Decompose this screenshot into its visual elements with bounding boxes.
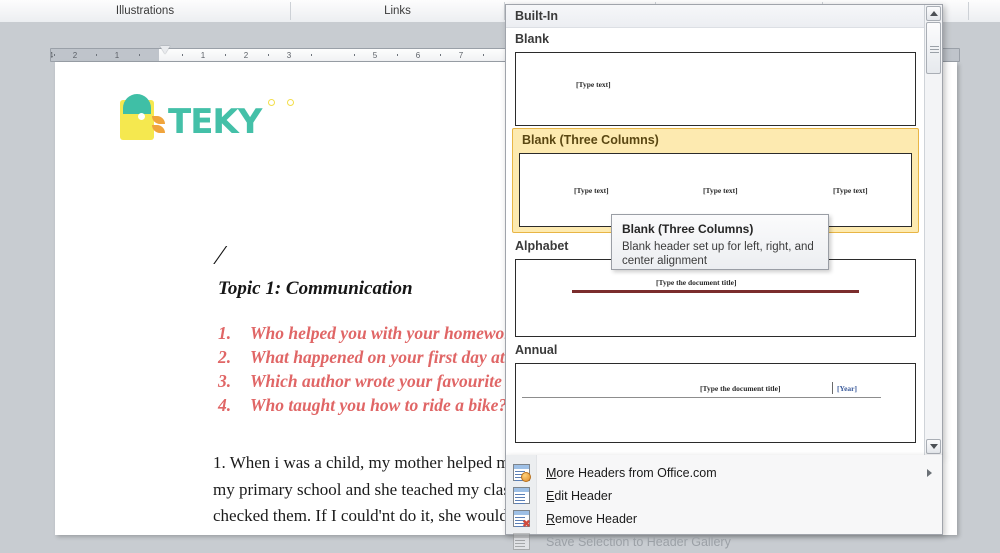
gallery-item-blank-three-columns-label: Blank (Three Columns) bbox=[522, 133, 659, 147]
list-item-number: 3. bbox=[218, 371, 232, 391]
text-cursor-glyph: ⁄ bbox=[218, 240, 223, 270]
topic-heading: Topic 1: Communication bbox=[218, 278, 413, 299]
submenu-arrow-icon bbox=[927, 468, 932, 477]
list-item-number: 1. bbox=[218, 323, 232, 343]
ruler-minor-tick bbox=[54, 54, 55, 56]
ruler-tick-7R: 7 bbox=[458, 51, 464, 60]
gallery-item-annual[interactable]: Annual [Type the document title] [Year] bbox=[506, 339, 925, 445]
ruler-minor-tick bbox=[397, 54, 398, 56]
logo-y-dot-left bbox=[268, 99, 275, 106]
scrollbar-grip-icon bbox=[930, 46, 939, 47]
edit-header-icon bbox=[513, 487, 530, 504]
ruler-minor-tick bbox=[440, 54, 441, 56]
gallery-item-annual-preview[interactable]: [Type the document title] [Year] bbox=[515, 363, 916, 443]
ruler-minor-tick bbox=[483, 54, 484, 56]
teky-logo: TEKY bbox=[120, 94, 305, 142]
ruler-tick-5R: 5 bbox=[372, 51, 378, 60]
ruler-left-margin bbox=[51, 49, 159, 61]
ruler-tick-2L: 2 bbox=[72, 51, 78, 60]
menu-item-remove-header[interactable]: ✖ Remove Header bbox=[506, 507, 942, 530]
list-item-number: 2. bbox=[218, 347, 232, 367]
preview-placeholder-title: [Type the document title] bbox=[700, 384, 781, 393]
preview-placeholder-right: [Type text] bbox=[833, 186, 868, 195]
scrollbar-thumb[interactable] bbox=[926, 22, 941, 74]
ruler-minor-tick bbox=[182, 54, 183, 56]
menu-item-edit-header-label: Edit Header bbox=[546, 488, 613, 503]
preview-placeholder-left: [Type text] bbox=[574, 186, 609, 195]
logo-wordmark: TEKY bbox=[168, 102, 262, 142]
tooltip-description: Blank header set up for left, right, and… bbox=[622, 241, 814, 267]
office-online-icon bbox=[513, 464, 531, 482]
gallery-item-annual-label: Annual bbox=[515, 343, 558, 357]
gallery-tooltip: Blank (Three Columns) Blank header set u… bbox=[611, 214, 829, 270]
gallery-scrollbar[interactable] bbox=[924, 5, 942, 455]
ribbon-group-links[interactable]: Links bbox=[291, 0, 504, 22]
ribbon-group-illustrations-label: Illustrations bbox=[115, 5, 175, 17]
preview-year-separator bbox=[832, 382, 833, 394]
ruler-minor-tick bbox=[225, 54, 226, 56]
menu-item-save-selection-label: Save Selection to Header Gallery bbox=[546, 534, 731, 549]
menu-item-remove-header-label: Remove Header bbox=[546, 511, 638, 526]
gallery-item-blank-label: Blank bbox=[515, 32, 550, 46]
preview-title-rule bbox=[572, 290, 859, 293]
list-item-text: Who helped you with your homework? bbox=[250, 323, 529, 343]
menu-item-edit-header[interactable]: Edit Header bbox=[506, 484, 942, 507]
ruler-minor-tick bbox=[139, 54, 140, 56]
save-selection-icon bbox=[513, 533, 530, 550]
gallery-category-builtin: Built-In bbox=[506, 5, 925, 28]
ruler-minor-tick bbox=[311, 54, 312, 56]
logo-y-dot-right bbox=[287, 99, 294, 106]
ruler-minor-tick bbox=[268, 54, 269, 56]
gallery-item-blank-preview[interactable]: [Type text] bbox=[515, 52, 916, 126]
ribbon-divider-5 bbox=[968, 2, 969, 20]
ruler-tick-6R: 6 bbox=[415, 51, 421, 60]
gallery-item-alphabet-preview[interactable]: [Type the document title] bbox=[515, 259, 916, 337]
menu-item-more-headers[interactable]: More Headers from Office.com bbox=[506, 461, 942, 484]
ruler-tick-4R: 4 bbox=[51, 51, 53, 60]
preview-placeholder-year: [Year] bbox=[837, 384, 857, 393]
menu-item-more-headers-label: More Headers from Office.com bbox=[546, 465, 717, 480]
list-item-number: 4. bbox=[218, 395, 232, 415]
header-commands-menu[interactable]: More Headers from Office.com Edit Header… bbox=[505, 455, 943, 550]
ruler-tick-2R: 2 bbox=[243, 51, 249, 60]
tooltip-title: Blank (Three Columns) bbox=[622, 222, 754, 236]
preview-placeholder-title: [Type the document title] bbox=[656, 278, 737, 287]
first-line-indent-marker[interactable] bbox=[160, 46, 170, 54]
ruler-tick-1L: 1 bbox=[114, 51, 120, 60]
gallery-item-blank[interactable]: Blank [Type text] bbox=[506, 28, 925, 128]
scroll-down-button[interactable] bbox=[926, 439, 941, 454]
ruler-minor-tick bbox=[96, 54, 97, 56]
preview-placeholder-left: [Type text] bbox=[576, 80, 611, 89]
ribbon-group-links-label: Links bbox=[384, 5, 411, 17]
remove-header-icon: ✖ bbox=[513, 510, 531, 530]
ruler-tick-3R: 3 bbox=[286, 51, 292, 60]
logo-dot-shape bbox=[138, 113, 145, 120]
preview-placeholder-center: [Type text] bbox=[703, 186, 738, 195]
chevron-up-icon bbox=[929, 11, 938, 16]
menu-item-save-selection: Save Selection to Header Gallery bbox=[506, 530, 942, 553]
preview-header-rule bbox=[522, 397, 881, 399]
ribbon-group-illustrations[interactable]: Illustrations bbox=[0, 0, 290, 22]
ruler-tick-1R: 1 bbox=[200, 51, 206, 60]
logo-cap-shape bbox=[123, 94, 151, 114]
list-item-text: Who taught you how to ride a bike? bbox=[250, 395, 508, 415]
scroll-up-button[interactable] bbox=[926, 6, 941, 21]
ruler-minor-tick bbox=[354, 54, 355, 56]
chevron-down-icon bbox=[929, 444, 938, 449]
